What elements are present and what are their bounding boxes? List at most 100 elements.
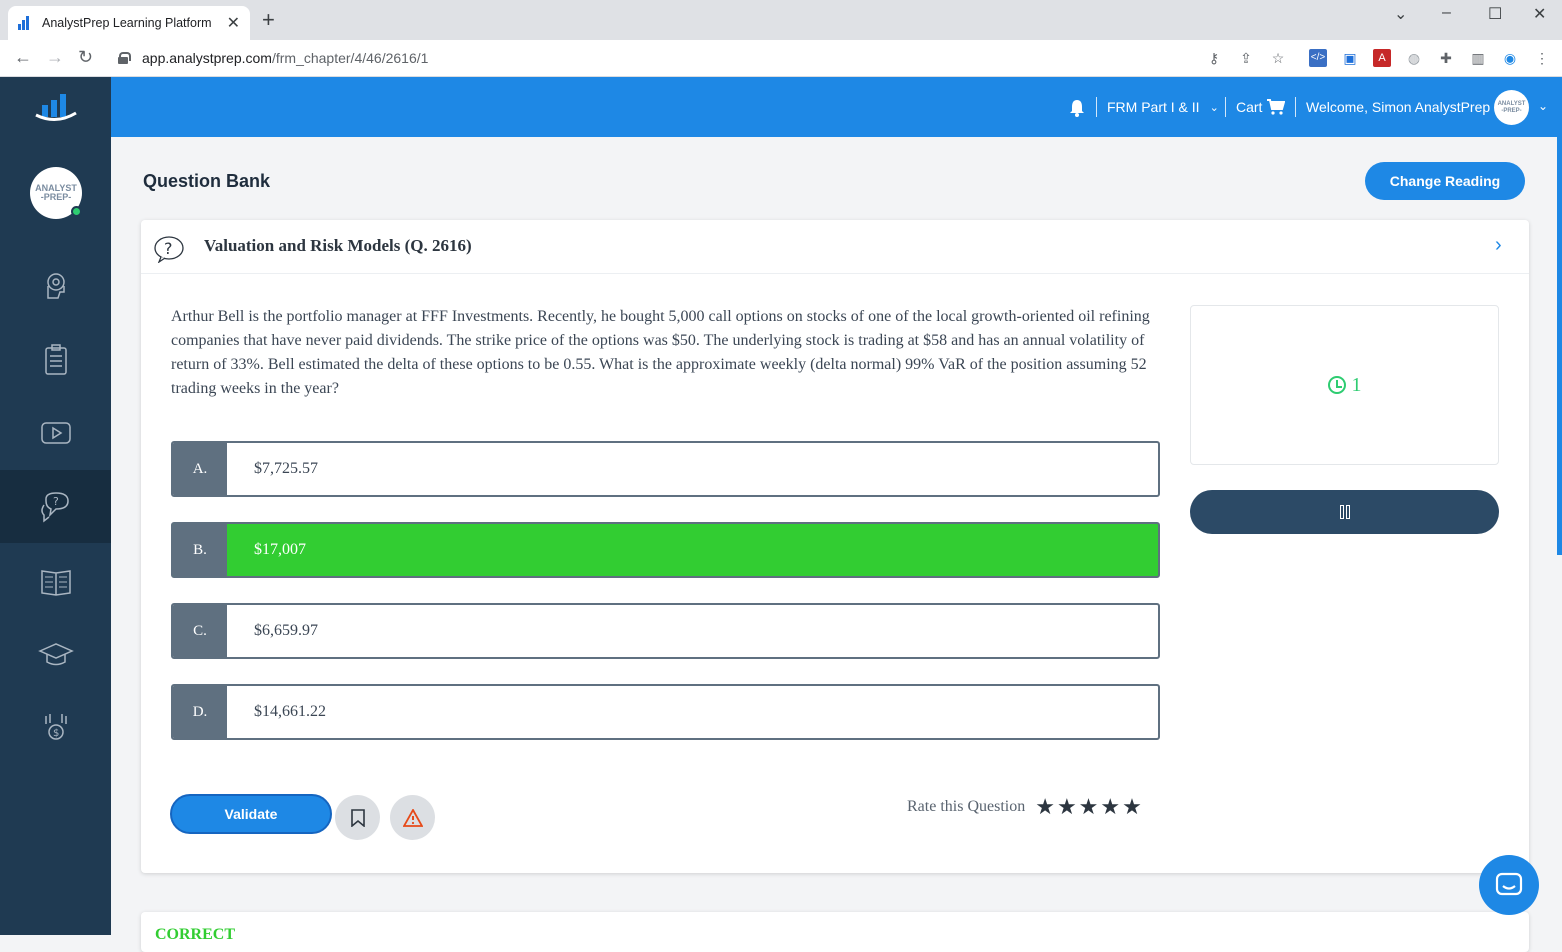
chevron-down-icon: ⌄ [1209,101,1219,114]
reload-icon[interactable]: ↻ [78,48,93,66]
sidebar-item-videos[interactable] [0,396,111,469]
option-letter: C. [173,605,227,657]
sidebar-avatar[interactable]: ANALYST -PREP- [30,167,82,219]
course-selector[interactable]: FRM Part I & II ⌄ [1107,99,1219,115]
sidebar-item-tests[interactable] [0,323,111,396]
cart-icon [1267,99,1286,115]
video-icon [40,421,71,444]
svg-text:$: $ [53,728,59,739]
page-title: Question Bank [143,171,271,191]
validate-button[interactable]: Validate [170,794,332,834]
extension-pdf-icon[interactable]: A [1373,49,1391,67]
timer-panel: 1 [1190,305,1499,465]
cart-label: Cart [1236,99,1263,115]
tab-title: AnalystPrep Learning Platform [42,16,212,30]
lock-icon [118,52,131,64]
next-question-chevron-icon[interactable]: › [1495,234,1502,257]
change-reading-button[interactable]: Change Reading [1365,162,1525,200]
answer-option-c[interactable]: C. $6,659.97 [171,603,1160,659]
report-issue-button[interactable] [390,795,435,840]
maximize-icon[interactable]: ☐ [1488,4,1502,24]
new-tab-button[interactable]: + [262,9,275,31]
svg-text:?: ? [53,495,59,508]
welcome-user[interactable]: Welcome, Simon AnalystPrep [1306,99,1490,115]
timer-value: 1 [1351,373,1362,396]
sidebar-item-pricing[interactable]: $ [0,691,111,764]
browser-address-bar: ← → ↻ app.analystprep.com/frm_chapter/4/… [0,40,1562,77]
question-text: Arthur Bell is the portfolio manager at … [171,308,1150,397]
option-letter: B. [173,524,227,576]
header-divider [1096,97,1097,117]
url-field[interactable]: app.analystprep.com/frm_chapter/4/46/261… [118,50,428,66]
header-divider [1225,97,1226,117]
question-bank-icon: ? [40,491,69,523]
header-divider [1295,97,1296,117]
welcome-text: Welcome, Simon AnalystPrep [1306,99,1491,115]
profile-icon[interactable]: ◉ [1501,49,1519,67]
avatar-text-line2: -PREP- [1501,107,1522,114]
analystprep-logo-icon[interactable] [34,91,78,125]
result-label: CORRECT [155,926,236,943]
rate-label: Rate this Question [907,798,1026,815]
sidebar-item-coach[interactable] [0,249,111,322]
clipboard-icon [44,343,67,375]
result-card: CORRECT [141,912,1529,952]
share-icon[interactable]: ⇪ [1237,49,1255,67]
notifications-bell-icon[interactable] [1069,99,1085,117]
option-value: $14,661.22 [254,703,326,720]
pause-button[interactable] [1190,490,1499,534]
extension-code-icon[interactable]: </> [1309,49,1327,67]
browser-tabbar: AnalystPrep Learning Platform ✕ + ⌄ – ☐ … [0,0,1562,40]
course-label: FRM Part I & II [1107,99,1200,115]
browser-tab[interactable]: AnalystPrep Learning Platform ✕ [8,6,250,40]
chat-launcher-button[interactable] [1479,855,1539,915]
sidebar-item-study-notes[interactable] [0,544,111,617]
tab-search-icon[interactable]: ⌄ [1394,4,1407,24]
option-letter: A. [173,443,227,495]
pause-icon [1345,505,1350,519]
svg-text:?: ? [164,239,173,258]
option-letter: D. [173,686,227,738]
pause-icon [1339,505,1344,519]
coach-icon [46,272,65,299]
extension-circle-icon[interactable]: ◍ [1405,49,1423,67]
user-menu-chevron-icon[interactable]: ⌄ [1538,99,1548,113]
rating-stars[interactable]: ★★★★★ [1035,794,1144,820]
analystprep-favicon-icon [18,16,34,30]
cart-link[interactable]: Cart [1236,99,1286,115]
extension-reader-icon[interactable]: ▣ [1341,49,1359,67]
question-bubble-icon: ? [154,236,184,263]
answer-option-d[interactable]: D. $14,661.22 [171,684,1160,740]
bookmark-button[interactable] [335,795,380,840]
url-host: app.analystprep.com [142,50,272,66]
key-icon[interactable]: ⚷ [1205,49,1223,67]
window-close-icon[interactable]: ✕ [1533,4,1546,24]
minimize-icon[interactable]: – [1442,4,1451,22]
user-avatar[interactable]: ANALYST -PREP- [1494,90,1529,125]
sidebar: ANALYST -PREP- ? $ [0,77,111,935]
online-status-dot [71,206,82,217]
option-value: $17,007 [254,541,306,558]
sidebar-item-courses[interactable] [0,618,111,691]
top-header: FRM Part I & II ⌄ Cart Welcome, Simon An… [111,77,1562,137]
side-panel-icon[interactable]: ▥ [1469,49,1487,67]
graduation-cap-icon [37,642,74,665]
question-header: ? Valuation and Risk Models (Q. 2616) › [141,220,1529,274]
back-icon[interactable]: ← [14,48,32,66]
question-card: ? Valuation and Risk Models (Q. 2616) › … [141,220,1529,873]
page-scrollbar[interactable] [1557,137,1562,555]
warning-icon [402,808,423,827]
clock-icon [1327,376,1346,394]
extensions-puzzle-icon[interactable]: ✚ [1437,49,1455,67]
bookmark-star-icon[interactable]: ☆ [1269,49,1287,67]
money-hand-icon: $ [44,713,67,740]
sidebar-item-question-bank[interactable]: ? [0,470,111,543]
tab-close-icon[interactable]: ✕ [227,13,240,33]
browser-menu-icon[interactable]: ⋮ [1533,49,1551,67]
chat-icon [1495,872,1523,896]
bookmark-icon [350,808,365,827]
answer-option-b[interactable]: B. $17,007 [171,522,1160,578]
book-icon [40,569,71,596]
forward-icon[interactable]: → [46,48,64,66]
answer-option-a[interactable]: A. $7,725.57 [171,441,1160,497]
